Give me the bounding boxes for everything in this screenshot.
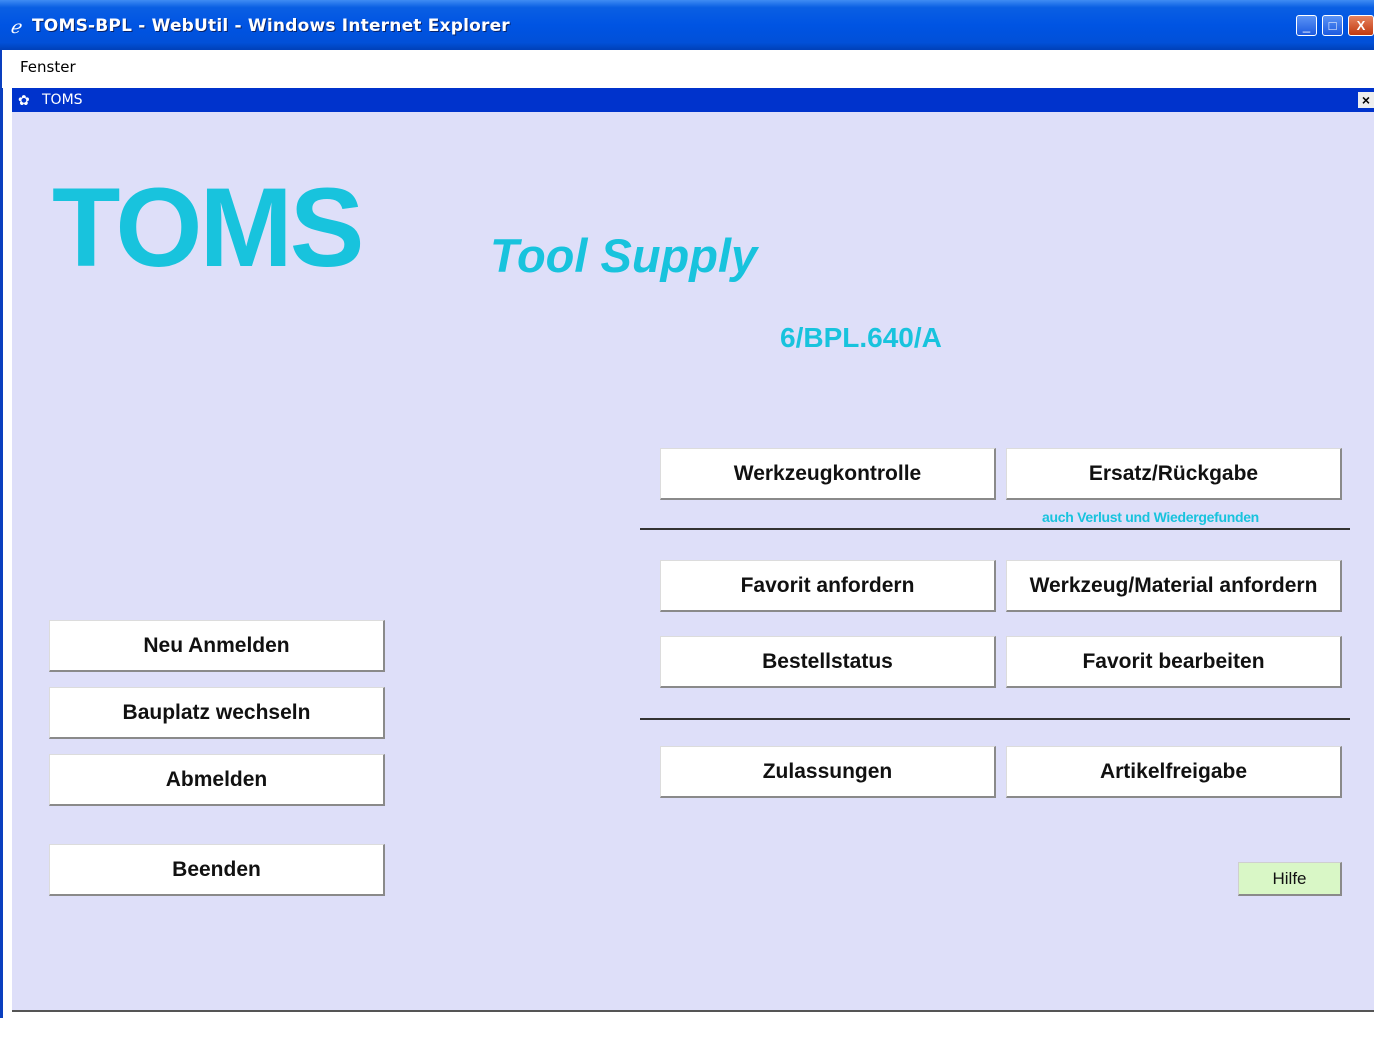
status-area: [12, 1010, 1374, 1044]
close-button[interactable]: X: [1348, 15, 1374, 36]
toms-logo: TOMS: [52, 165, 365, 290]
logout-button[interactable]: Abmelden: [49, 754, 385, 806]
request-tool-material-button[interactable]: Werkzeug/Material anfordern: [1006, 560, 1342, 612]
inner-window-title-bar: ✿ TOMS ×: [12, 88, 1374, 112]
edit-favorite-button[interactable]: Favorit bearbeiten: [1006, 636, 1342, 688]
divider-top: [640, 528, 1350, 530]
approvals-button[interactable]: Zulassungen: [660, 746, 996, 798]
app-subtitle: Tool Supply: [490, 229, 758, 282]
replace-return-note: auch Verlust und Wiedergefunden: [1042, 509, 1259, 525]
minimize-button[interactable]: _: [1296, 15, 1317, 36]
new-login-button[interactable]: Neu Anmelden: [49, 620, 385, 672]
change-site-button[interactable]: Bauplatz wechseln: [49, 687, 385, 739]
internet-explorer-icon: ℯ: [10, 17, 21, 37]
help-button[interactable]: Hilfe: [1238, 862, 1342, 896]
site-code: 6/BPL.640/A: [780, 322, 942, 353]
request-favorite-button[interactable]: Favorit anfordern: [660, 560, 996, 612]
quit-button[interactable]: Beenden: [49, 844, 385, 896]
inner-close-icon[interactable]: ×: [1358, 92, 1374, 108]
browser-window-title: TOMS-BPL - WebUtil - Windows Internet Ex…: [32, 16, 510, 36]
browser-title-bar: ℯ TOMS-BPL - WebUtil - Windows Internet …: [0, 0, 1374, 50]
menu-item-fenster[interactable]: Fenster: [20, 58, 76, 76]
window-frame-left: [0, 88, 12, 1018]
order-status-button[interactable]: Bestellstatus: [660, 636, 996, 688]
menu-bar: Fenster: [0, 50, 1374, 88]
replace-return-button[interactable]: Ersatz/Rückgabe: [1006, 448, 1342, 500]
divider-bottom: [640, 718, 1350, 720]
inner-window-title: TOMS: [42, 92, 83, 108]
tool-control-button[interactable]: Werkzeugkontrolle: [660, 448, 996, 500]
maximize-button[interactable]: □: [1322, 15, 1343, 36]
toms-app-icon: ✿: [18, 92, 30, 108]
main-panel: TOMS Tool Supply 6/BPL.640/A Werkzeugkon…: [12, 112, 1374, 1010]
article-release-button[interactable]: Artikelfreigabe: [1006, 746, 1342, 798]
